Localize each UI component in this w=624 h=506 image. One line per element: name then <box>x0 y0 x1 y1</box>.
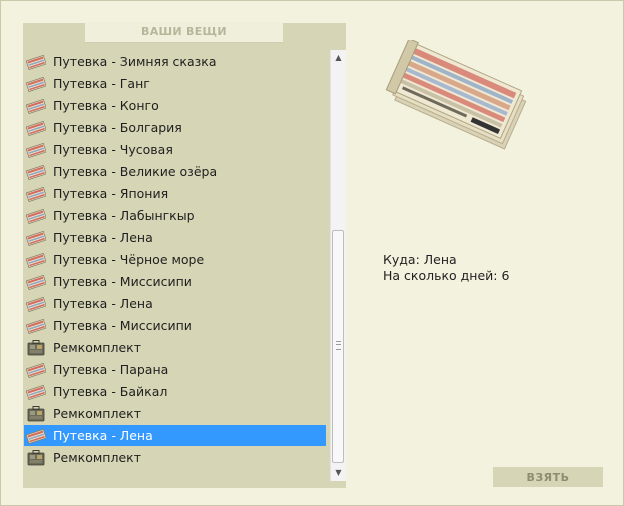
list-item-label: Ремкомплект <box>53 406 141 421</box>
list-item[interactable]: Путевка - Парана <box>24 359 326 380</box>
list-item[interactable]: Путевка - Лабынгкыр <box>24 205 326 226</box>
voucher-icon <box>25 361 47 379</box>
list-item-label: Путевка - Миссисипи <box>53 274 192 289</box>
list-item[interactable]: Путевка - Ганг <box>24 73 326 94</box>
list-item-label: Путевка - Чусовая <box>53 142 173 157</box>
list-item-label: Путевка - Миссисипи <box>53 318 192 333</box>
list-item-label: Путевка - Конго <box>53 98 159 113</box>
voucher-icon <box>25 251 47 269</box>
list-item[interactable]: Путевка - Лена <box>24 425 326 446</box>
destination-text: Куда: Лена <box>383 252 457 267</box>
voucher-icon <box>25 97 47 115</box>
list-item[interactable]: Путевка - Болгария <box>24 117 326 138</box>
grip-icon <box>336 341 341 350</box>
list-item[interactable]: Путевка - Великие озёра <box>24 161 326 182</box>
voucher-icon <box>25 141 47 159</box>
list-item-label: Путевка - Чёрное море <box>53 252 205 267</box>
list-item[interactable]: Ремкомплект <box>24 337 326 358</box>
voucher-icon <box>25 427 47 445</box>
voucher-icon <box>25 273 47 291</box>
list-item-label: Путевка - Парана <box>53 362 169 377</box>
list-item[interactable]: Путевка - Чёрное море <box>24 249 326 270</box>
item-details: Куда: Лена На сколько дней: 6 <box>383 252 509 284</box>
list-item-label: Путевка - Лабынгкыр <box>53 208 195 223</box>
voucher-icon <box>25 53 47 71</box>
list-item-label: Путевка - Болгария <box>53 120 182 135</box>
list-item[interactable]: Путевка - Зимняя сказка <box>24 51 326 72</box>
voucher-icon <box>25 119 47 137</box>
list-item-label: Путевка - Великие озёра <box>53 164 218 179</box>
list-item-label: Путевка - Лена <box>53 428 153 443</box>
list-item-label: Путевка - Лена <box>53 230 153 245</box>
list-item-label: Путевка - Япония <box>53 186 169 201</box>
list-item[interactable]: Путевка - Миссисипи <box>24 315 326 336</box>
voucher-icon <box>25 207 47 225</box>
voucher-icon <box>25 383 47 401</box>
voucher-image <box>378 37 548 165</box>
scroll-thumb[interactable] <box>332 230 344 463</box>
scroll-down-arrow-icon[interactable]: ▼ <box>331 465 346 481</box>
list-item-label: Путевка - Лена <box>53 296 153 311</box>
list-item-label: Ремкомплект <box>53 340 141 355</box>
voucher-icon <box>25 185 47 203</box>
voucher-icon <box>25 163 47 181</box>
panel-title: ВАШИ ВЕЩИ <box>85 22 283 43</box>
list-item[interactable]: Путевка - Чусовая <box>24 139 326 160</box>
scrollbar[interactable]: ▲ ▼ <box>330 50 346 481</box>
list-item[interactable]: Ремкомплект <box>24 447 326 468</box>
list-item[interactable]: Путевка - Конго <box>24 95 326 116</box>
list-item[interactable]: Путевка - Лена <box>24 227 326 248</box>
repair-kit-icon <box>25 339 47 357</box>
voucher-icon <box>25 295 47 313</box>
list-item-label: Путевка - Байкал <box>53 384 168 399</box>
list-item[interactable]: Ремкомплект <box>24 403 326 424</box>
voucher-icon <box>25 317 47 335</box>
list-item-label: Путевка - Ганг <box>53 76 150 91</box>
list-item[interactable]: Путевка - Лена <box>24 293 326 314</box>
list-item[interactable]: Путевка - Байкал <box>24 381 326 402</box>
list-item-label: Путевка - Зимняя сказка <box>53 54 217 69</box>
item-list: Путевка - Зимняя сказка Путевка - Ганг Пут… <box>24 51 328 481</box>
voucher-icon <box>25 229 47 247</box>
take-button[interactable]: ВЗЯТЬ <box>493 467 603 487</box>
voucher-icon <box>25 75 47 93</box>
repair-kit-icon <box>25 405 47 423</box>
scroll-up-arrow-icon[interactable]: ▲ <box>331 50 346 66</box>
list-item-label: Ремкомплект <box>53 450 141 465</box>
list-item[interactable]: Путевка - Миссисипи <box>24 271 326 292</box>
repair-kit-icon <box>25 449 47 467</box>
list-item[interactable]: Путевка - Япония <box>24 183 326 204</box>
days-text: На сколько дней: 6 <box>383 268 510 283</box>
